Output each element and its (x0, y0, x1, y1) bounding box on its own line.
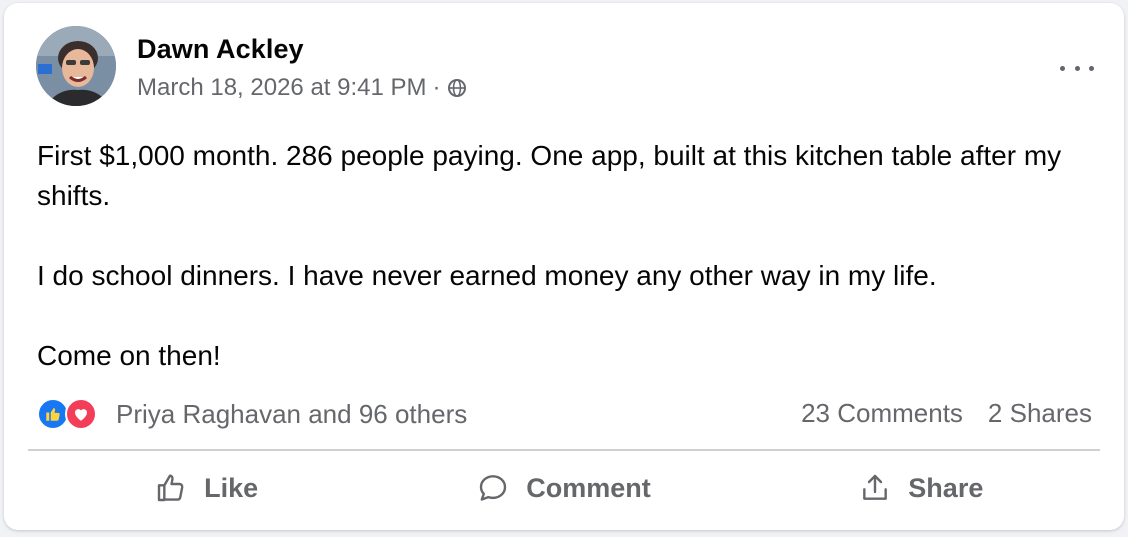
post-paragraph: First $1,000 month. 286 people paying. O… (37, 140, 1062, 211)
comment-bubble-icon (477, 472, 526, 504)
author-avatar[interactable] (36, 26, 116, 106)
comment-button[interactable]: Comment (385, 458, 742, 518)
share-button[interactable]: Share (743, 458, 1100, 518)
share-label: Share (908, 472, 984, 503)
post-card: Dawn Ackley March 18, 2026 at 9:41 PM · … (4, 3, 1124, 530)
post-paragraph: I do school dinners. I have never earned… (37, 260, 937, 291)
post-meta: March 18, 2026 at 9:41 PM · (137, 74, 467, 102)
like-button[interactable]: Like (28, 458, 385, 518)
more-options-icon[interactable] (1060, 58, 1094, 78)
reaction-names[interactable]: Priya Raghavan and 96 others (116, 399, 467, 430)
shares-count[interactable]: 2 Shares (988, 398, 1092, 429)
globe-icon[interactable] (447, 78, 467, 98)
avatar-image (36, 26, 116, 106)
love-reaction-icon (65, 398, 97, 430)
divider (28, 449, 1100, 451)
like-label: Like (204, 472, 259, 503)
comment-label: Comment (526, 472, 651, 503)
author-name[interactable]: Dawn Ackley (137, 34, 304, 65)
comments-count[interactable]: 23 Comments (801, 398, 963, 429)
thumbs-up-icon (155, 472, 204, 504)
meta-separator: · (432, 74, 441, 101)
engagement-counts: 23 Comments 2 Shares (801, 398, 1092, 429)
post-paragraph: Come on then! (37, 340, 221, 371)
post-timestamp[interactable]: March 18, 2026 at 9:41 PM (137, 74, 427, 102)
post-text: First $1,000 month. 286 people paying. O… (37, 136, 1097, 376)
share-icon (859, 472, 908, 504)
action-bar: Like Comment Share (28, 458, 1100, 518)
reaction-icons (37, 396, 103, 432)
reaction-summary[interactable]: Priya Raghavan and 96 others (37, 396, 467, 432)
